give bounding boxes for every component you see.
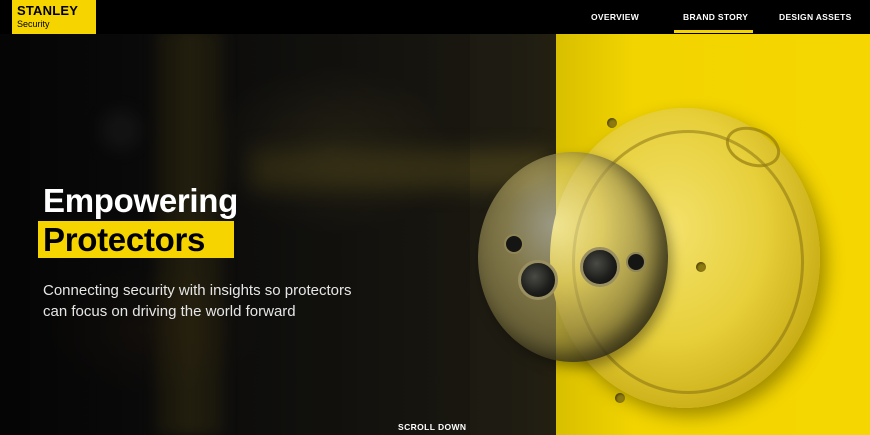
camera-lens-small (504, 234, 524, 254)
hero-title-line2: Protectors (43, 221, 206, 258)
camera-lens (580, 247, 620, 287)
camera-lens (518, 260, 558, 300)
scroll-down-link[interactable]: SCROLL DOWN (398, 422, 466, 432)
stanley-security-logo[interactable]: STANLEY Security (12, 0, 96, 34)
logo-wordmark: STANLEY (17, 3, 79, 18)
camera-screw-icon (696, 262, 706, 272)
logo-subtitle: Security (17, 19, 50, 29)
nav-item-design-assets[interactable]: DESIGN ASSETS (779, 12, 852, 22)
hero-title-line1: Empowering (43, 182, 239, 219)
camera-screw-icon (607, 118, 617, 128)
nav-item-brand-story[interactable]: BRAND STORY (683, 12, 748, 22)
top-navigation: STANLEY Security OVERVIEW BRAND STORY DE… (0, 0, 870, 34)
camera-screw-icon (615, 393, 625, 403)
camera-lens-small (626, 252, 646, 272)
security-camera-image (470, 100, 850, 420)
camera-dome (478, 152, 668, 362)
active-nav-indicator (674, 30, 753, 33)
hero-subtitle: Connecting security with insights so pro… (43, 282, 352, 320)
nav-item-overview[interactable]: OVERVIEW (591, 12, 639, 22)
